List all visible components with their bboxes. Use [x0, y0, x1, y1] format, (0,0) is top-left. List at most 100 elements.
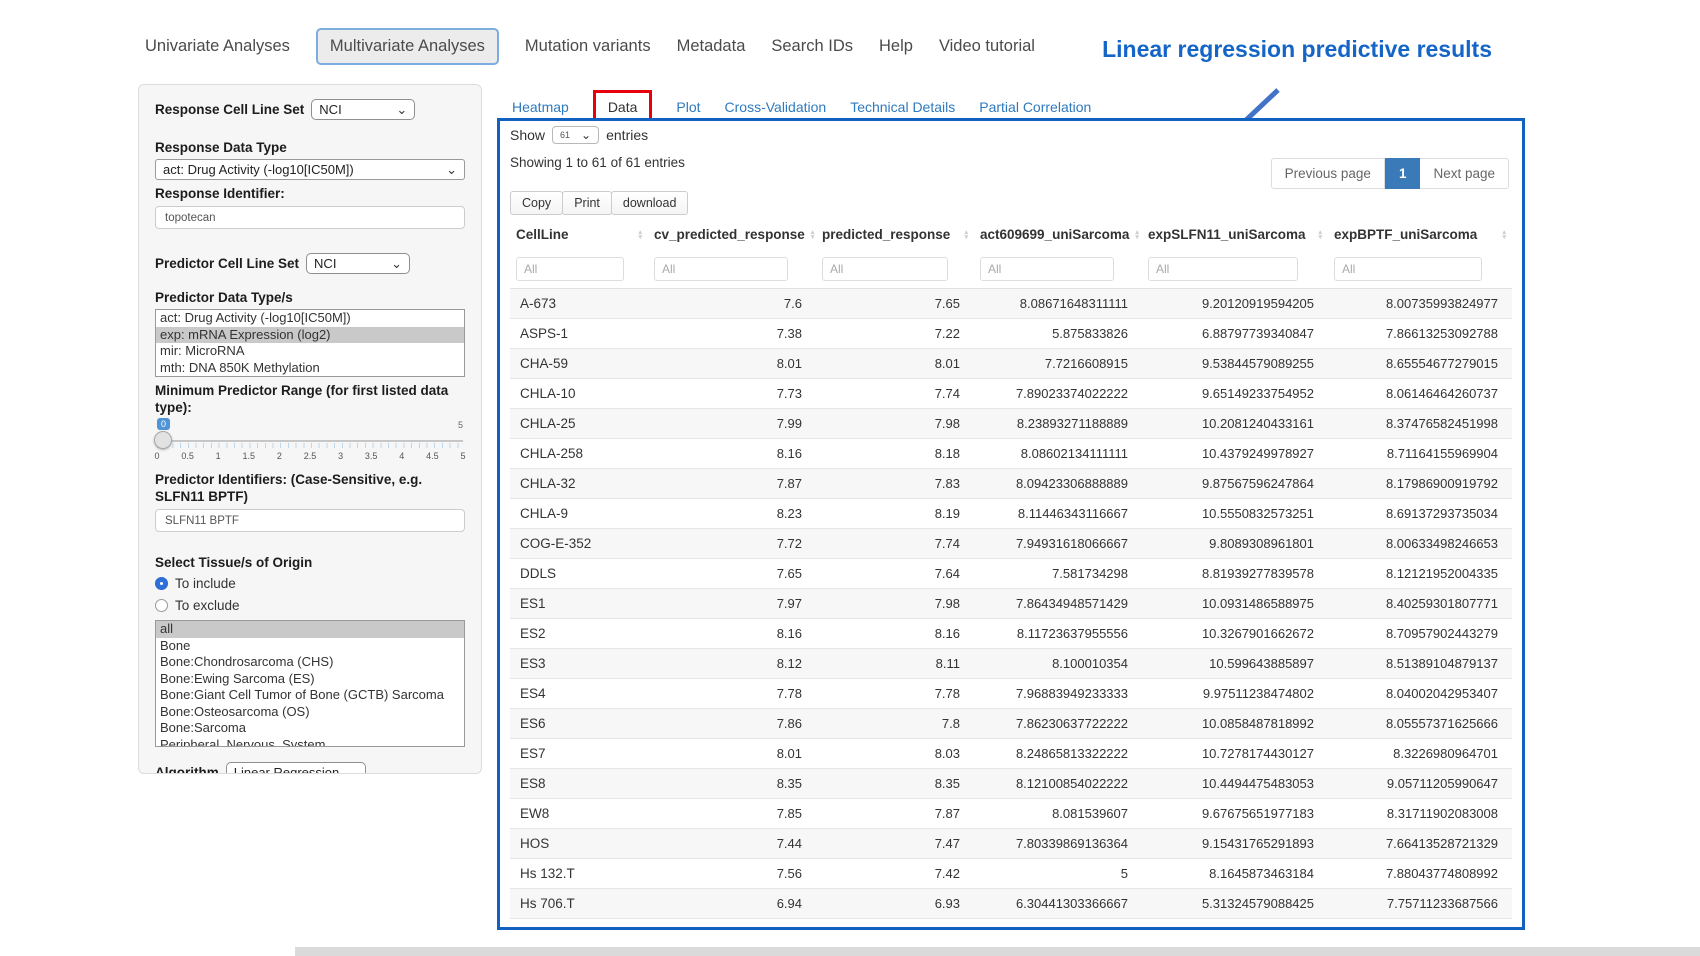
predictor-type-option-mth-dna-850k-methylation[interactable]: mth: DNA 850K Methylation — [156, 360, 464, 377]
column-header-cellline[interactable]: CellLine▴▾ — [510, 219, 648, 249]
tissue-option-bone-sarcoma[interactable]: Bone:Sarcoma — [156, 720, 464, 737]
filter-input-predicted-response[interactable] — [822, 257, 948, 281]
column-header-expbptf-unisarcoma[interactable]: expBPTF_uniSarcoma▴▾ — [1328, 219, 1512, 249]
cell-value: 10.2081240433161 — [1142, 409, 1328, 439]
nav-item-video-tutorial[interactable]: Video tutorial — [939, 37, 1035, 56]
table-row: Hs 706.T6.946.936.304413033666675.313245… — [510, 889, 1512, 919]
results-panel: Show 61 ⌄ entries Showing 1 to 61 of 61 … — [497, 118, 1525, 930]
column-header-expslfn11-unisarcoma[interactable]: expSLFN11_uniSarcoma▴▾ — [1142, 219, 1328, 249]
tissue-option-all[interactable]: all — [156, 621, 464, 638]
tissue-option-bone-chondrosarcoma-chs[interactable]: Bone:Chondrosarcoma (CHS) — [156, 654, 464, 671]
cell-line-name: Hs 706.T — [510, 889, 648, 919]
filter-input-expbptf-unisarcoma[interactable] — [1334, 257, 1482, 281]
cell-value: 7.80339869136364 — [974, 829, 1142, 859]
nav-item-multivariate-analyses[interactable]: Multivariate Analyses — [316, 28, 499, 65]
nav-item-help[interactable]: Help — [879, 37, 913, 56]
tissue-option-bone-osteosarcoma-os[interactable]: Bone:Osteosarcoma (OS) — [156, 704, 464, 721]
tissue-option-bone-ewing-sarcoma-es[interactable]: Bone:Ewing Sarcoma (ES) — [156, 671, 464, 688]
predictor-type-option-exp-mrna-expression-log2[interactable]: exp: mRNA Expression (log2) — [156, 327, 464, 344]
cell-value: 7.6 — [648, 289, 816, 319]
slider-tick-label: 1 — [216, 451, 221, 461]
cell-value: 8.12121952004335 — [1328, 559, 1512, 589]
predictor-type-option-mir-microrna[interactable]: mir: MicroRNA — [156, 343, 464, 360]
tissue-origin-label: Select Tissue/s of Origin — [155, 554, 465, 571]
cell-value: 7.86230637722222 — [974, 709, 1142, 739]
nav-item-univariate-analyses[interactable]: Univariate Analyses — [145, 37, 290, 56]
nav-item-search-ids[interactable]: Search IDs — [771, 37, 853, 56]
cell-value: 8.18 — [816, 439, 974, 469]
filter-cell-act609699-unisarcoma — [974, 249, 1142, 289]
cell-value: 8.16 — [648, 439, 816, 469]
nav-item-mutation-variants[interactable]: Mutation variants — [525, 37, 651, 56]
filter-input-cellline[interactable] — [516, 257, 624, 281]
algorithm-select[interactable]: Linear Regression ⌄ — [226, 762, 366, 774]
filter-input-expslfn11-unisarcoma[interactable] — [1148, 257, 1298, 281]
tissue-origin-listbox: allBoneBone:Chondrosarcoma (CHS)Bone:Ewi… — [155, 620, 465, 747]
table-row: ES17.977.987.8643494857142910.0931486588… — [510, 589, 1512, 619]
cell-value: 7.88043774808992 — [1328, 859, 1512, 889]
next-page-button[interactable]: Next page — [1420, 158, 1509, 189]
algorithm-label: Algorithm — [155, 764, 219, 774]
sort-icon[interactable]: ▴▾ — [964, 230, 968, 240]
tab-heatmap[interactable]: Heatmap — [512, 99, 569, 115]
sort-icon[interactable]: ▴▾ — [1318, 230, 1322, 240]
cell-value: 8.08671648311111 — [974, 289, 1142, 319]
tab-plot[interactable]: Plot — [676, 99, 700, 115]
predictor-cell-line-set-label: Predictor Cell Line Set — [155, 255, 299, 272]
radio-to-exclude[interactable]: To exclude — [155, 598, 465, 613]
table-row: Hs 132.T7.567.4258.16458734631847.880437… — [510, 859, 1512, 889]
page: { "nav": { "items": [ {"label": "Univari… — [0, 0, 1700, 956]
cell-value: 7.89023374022222 — [974, 379, 1142, 409]
sort-icon[interactable]: ▴▾ — [638, 230, 642, 240]
tissue-option-peripheral-nervous-system[interactable]: Peripheral_Nervous_System — [156, 737, 464, 748]
slider-tick-label: 0.5 — [181, 451, 194, 461]
download-button[interactable]: download — [611, 191, 689, 215]
response-identifier-input[interactable] — [155, 206, 465, 229]
filter-input-cv-predicted-response[interactable] — [654, 257, 788, 281]
response-cell-line-set-select[interactable]: NCI ⌄ — [311, 99, 415, 120]
chevron-down-icon: ⌄ — [446, 165, 457, 175]
filter-input-act609699-unisarcoma[interactable] — [980, 257, 1114, 281]
response-data-type-select[interactable]: act: Drug Activity (-log10[IC50M]) ⌄ — [155, 159, 465, 180]
tissue-option-bone[interactable]: Bone — [156, 638, 464, 655]
predictor-identifiers-input[interactable] — [155, 509, 465, 532]
column-header-predicted-response[interactable]: predicted_response▴▾ — [816, 219, 974, 249]
entries-count-select[interactable]: 61 ⌄ — [552, 126, 599, 144]
predictor-type-option-act-drug-activity-log10-ic50m[interactable]: act: Drug Activity (-log10[IC50M]) — [156, 310, 464, 327]
table-row: CHLA-98.238.198.1144634311666710.5550832… — [510, 499, 1512, 529]
cell-value: 8.51389104879137 — [1328, 649, 1512, 679]
column-header-cv-predicted-response[interactable]: cv_predicted_response▴▾ — [648, 219, 816, 249]
nav-item-metadata[interactable]: Metadata — [677, 37, 746, 56]
radio-button-icon[interactable] — [155, 599, 168, 612]
table-row: ES28.168.168.1172363795555610.3267901662… — [510, 619, 1512, 649]
cell-value: 10.599643885897 — [1142, 649, 1328, 679]
min-predictor-range-slider[interactable]: 0 5 00.511.522.533.544.55 — [157, 420, 463, 467]
sort-icon[interactable]: ▴▾ — [811, 230, 815, 240]
cell-value: 8.71164155969904 — [1328, 439, 1512, 469]
tissue-option-bone-giant-cell-tumor-of-bone-gctb-sarcoma[interactable]: Bone:Giant Cell Tumor of Bone (GCTB) Sar… — [156, 687, 464, 704]
slider-handle[interactable] — [154, 431, 172, 449]
slider-tick-label: 0 — [154, 451, 159, 461]
sort-desc-icon: ▾ — [964, 235, 968, 240]
previous-page-button[interactable]: Previous page — [1271, 158, 1385, 189]
sort-icon[interactable]: ▴▾ — [1502, 230, 1506, 240]
predictor-cell-line-set-value: NCI — [314, 256, 336, 271]
cell-value: 9.67675651977183 — [1142, 799, 1328, 829]
cell-value: 8.1645873463184 — [1142, 859, 1328, 889]
current-page-button[interactable]: 1 — [1385, 158, 1421, 189]
tissue-origin-radios: To include To exclude — [155, 576, 465, 613]
cell-value: 7.581734298 — [974, 559, 1142, 589]
radio-button-icon[interactable] — [155, 577, 168, 590]
tab-cross-validation[interactable]: Cross-Validation — [725, 99, 827, 115]
print-button[interactable]: Print — [562, 191, 612, 215]
tab-technical-details[interactable]: Technical Details — [850, 99, 955, 115]
predictor-cell-line-set-select[interactable]: NCI ⌄ — [306, 253, 410, 274]
copy-button[interactable]: Copy — [510, 191, 563, 215]
cell-value: 7.86434948571429 — [974, 589, 1142, 619]
radio-to-include[interactable]: To include — [155, 576, 465, 591]
cell-value: 7.83 — [816, 469, 974, 499]
column-header-act609699-unisarcoma[interactable]: act609699_uniSarcoma▴▾ — [974, 219, 1142, 249]
slider-track[interactable] — [157, 440, 463, 442]
tab-partial-correlation[interactable]: Partial Correlation — [979, 99, 1091, 115]
sort-icon[interactable]: ▴▾ — [1135, 230, 1139, 240]
